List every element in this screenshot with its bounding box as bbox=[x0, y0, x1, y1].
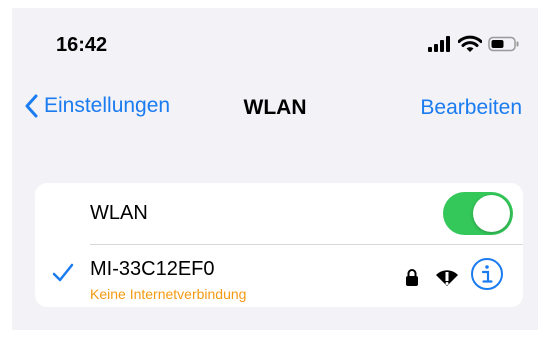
wlan-toggle-label: WLAN bbox=[90, 202, 148, 224]
battery-icon bbox=[488, 36, 519, 52]
status-bar: 16:42 bbox=[12, 8, 538, 68]
checkmark-icon bbox=[52, 263, 74, 282]
cellular-signal-icon bbox=[428, 36, 450, 52]
network-status: Keine Internetverbindung bbox=[90, 286, 247, 302]
info-icon[interactable] bbox=[470, 257, 504, 291]
wlan-settings-screen: 16:42 Einstellungen WLAN Bearbeiten WLAN… bbox=[12, 8, 538, 330]
network-name: MI-33C12EF0 bbox=[90, 258, 215, 280]
lock-icon bbox=[406, 269, 418, 286]
wlan-toggle[interactable] bbox=[443, 192, 513, 235]
wifi-no-internet-icon bbox=[436, 270, 458, 286]
status-time: 16:42 bbox=[56, 34, 108, 56]
status-icons bbox=[428, 35, 520, 53]
wifi-icon bbox=[458, 35, 482, 52]
wlan-settings-card: WLAN MI-33C12EF0 Keine Internetverbindun… bbox=[35, 183, 523, 307]
navigation-bar: Einstellungen WLAN Bearbeiten bbox=[12, 88, 538, 128]
connected-network-row[interactable]: MI-33C12EF0 Keine Internetverbindung bbox=[35, 245, 523, 307]
edit-button[interactable]: Bearbeiten bbox=[420, 96, 522, 120]
toggle-knob bbox=[473, 195, 510, 232]
wlan-toggle-row: WLAN bbox=[35, 183, 523, 243]
